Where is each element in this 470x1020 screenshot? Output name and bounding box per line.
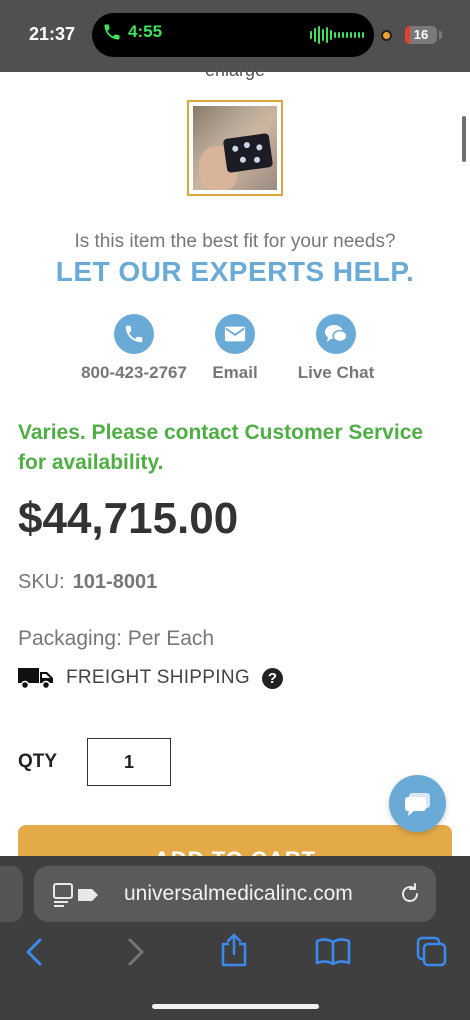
sku-label: SKU: xyxy=(18,571,65,593)
share-icon[interactable] xyxy=(219,932,249,968)
reader-mode-icon[interactable] xyxy=(52,883,104,907)
envelope-icon xyxy=(215,314,255,354)
packaging-info: Packaging: Per Each xyxy=(18,627,215,650)
browser-toolbar: universalmedicalinc.com xyxy=(0,856,470,1020)
url-text[interactable]: universalmedicalinc.com xyxy=(124,882,353,906)
email-label[interactable]: Email xyxy=(205,363,265,383)
battery-level: 16 xyxy=(413,27,429,42)
quantity-input[interactable] xyxy=(87,738,171,786)
chat-bubbles-icon xyxy=(316,314,356,354)
enlarge-link[interactable]: enlarge xyxy=(0,60,470,81)
product-image xyxy=(193,106,277,190)
product-thumbnail[interactable] xyxy=(187,100,283,196)
sku-row: SKU: 101-8001 xyxy=(18,571,157,594)
chat-widget-icon[interactable] xyxy=(389,775,446,832)
tabs-icon[interactable] xyxy=(416,936,448,968)
mic-in-use-indicator xyxy=(381,30,392,41)
live-chat-label[interactable]: Live Chat xyxy=(290,363,382,383)
battery-nub xyxy=(439,31,442,39)
phone-icon xyxy=(114,314,154,354)
contact-phone[interactable]: 800-423-2767 xyxy=(73,314,195,383)
previous-tab-peek[interactable] xyxy=(0,866,23,922)
address-bar[interactable]: universalmedicalinc.com xyxy=(34,866,436,922)
reload-icon[interactable] xyxy=(398,882,422,906)
home-indicator[interactable] xyxy=(152,1004,319,1009)
book-icon[interactable] xyxy=(315,936,351,966)
freight-shipping-label: FREIGHT SHIPPING xyxy=(66,667,250,688)
back-chevron-icon[interactable] xyxy=(24,936,44,968)
active-call-indicator[interactable]: 4:55 xyxy=(102,22,162,42)
product-price: $44,715.00 xyxy=(18,494,239,543)
audio-waveform-icon xyxy=(310,26,366,44)
availability-notice: Varies. Please contact Customer Service … xyxy=(18,421,424,474)
sku-value: 101-8001 xyxy=(72,571,158,593)
call-duration: 4:55 xyxy=(128,22,163,41)
dynamic-island[interactable]: 4:55 xyxy=(92,13,374,57)
contact-email[interactable]: Email xyxy=(205,314,265,383)
truck-icon xyxy=(18,668,53,690)
battery-icon: 16 xyxy=(405,26,437,44)
fit-question: Is this item the best fit for your needs… xyxy=(74,231,396,252)
experts-help-heading: LET OUR EXPERTS HELP. xyxy=(55,256,415,287)
phone-number[interactable]: 800-423-2767 xyxy=(73,363,195,383)
forward-chevron-icon[interactable] xyxy=(126,936,146,968)
phone-call-icon xyxy=(104,24,120,40)
question-circle-icon[interactable]: ? xyxy=(261,667,283,689)
contact-live-chat[interactable]: Live Chat xyxy=(290,314,382,383)
shipping-row: FREIGHT SHIPPING ? xyxy=(18,666,283,690)
qty-label: QTY xyxy=(18,751,58,772)
page-scrollbar[interactable] xyxy=(462,116,466,162)
status-time: 21:37 xyxy=(29,24,76,44)
product-image-tablet xyxy=(222,132,274,174)
